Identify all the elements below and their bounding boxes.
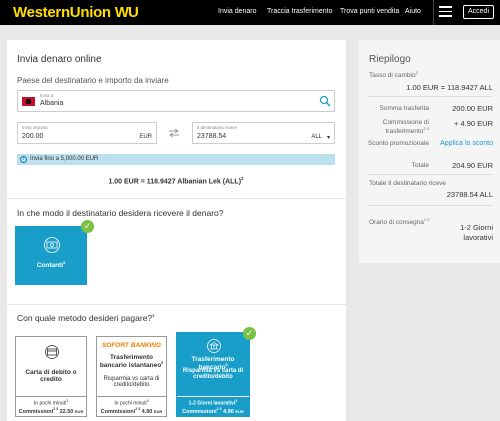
- sofort-title: Trasferimento bancario istantaneo5: [99, 354, 164, 370]
- chevron-down-icon[interactable]: ▾: [327, 134, 330, 141]
- bank-transfer-footer: 1-2 Giorni lavorativi3 Commissioni2 3 4.…: [177, 396, 249, 416]
- receive-amount-input[interactable]: Il destinatario riceve 23788.54 ALL ▾: [192, 122, 335, 144]
- send-amount-value: 200.00: [22, 133, 44, 140]
- receive-amount-label: Il destinatario riceve: [197, 125, 238, 130]
- country-value: Albania: [40, 100, 64, 107]
- summary-divider: [367, 96, 493, 97]
- summary-divider: [367, 174, 493, 175]
- apply-discount-link[interactable]: Applica lo sconto: [440, 140, 493, 147]
- receive-amount-value: 23788.54: [197, 133, 227, 140]
- send-limit-text: Invia fino a 5,000.00 EUR: [30, 156, 99, 162]
- receive-option-cash[interactable]: Contanti3: [15, 226, 87, 285]
- summary-title: Riepilogo: [369, 54, 411, 65]
- divider: [7, 198, 346, 199]
- selected-check-icon: ✓: [243, 327, 256, 340]
- country-label: Invia a: [40, 93, 54, 98]
- summary-receiver-value: 23788.54 ALL: [446, 190, 493, 199]
- country-select[interactable]: Invia a Albania: [17, 90, 335, 112]
- nav-divider: [433, 0, 434, 25]
- summary-transfer-value: 200.00 EUR: [452, 104, 493, 113]
- send-amount-label: Invia importo: [22, 125, 48, 130]
- summary-rate-value: 1.00 EUR = 118.9427 ALL: [406, 83, 493, 92]
- sofort-fee: Commissioni2 3 4.90 EUR: [100, 407, 163, 415]
- info-icon: i: [20, 156, 27, 163]
- send-money-form: Invia denaro online Paese del destinatar…: [7, 40, 346, 421]
- nav-track-transfer[interactable]: Traccia trasferimento: [267, 8, 332, 15]
- summary-total-value: 204.90 EUR: [452, 161, 493, 170]
- summary-fee-label: Commissione di trasferimento2 3: [382, 119, 429, 136]
- receive-currency[interactable]: ALL: [311, 134, 322, 140]
- card-fee: Commissioni2 3 22.50 EUR: [18, 407, 84, 415]
- top-bar: WesternUnion WU Invia denaro Traccia tras…: [0, 0, 500, 25]
- summary-receiver-label: Totale Il destinatario riceve: [369, 180, 446, 187]
- sofort-footer: In pochi minuti3 Commissioni2 3 4.90 EUR: [97, 396, 166, 416]
- send-limit-info: i Invia fino a 5,000.00 EUR: [17, 154, 335, 165]
- summary-transfer-label: Somma trasferita: [379, 105, 430, 112]
- exchange-rate: 1.00 EUR = 118.9427 Albanian Lek (ALL)2: [108, 176, 244, 186]
- credit-card-icon: [45, 345, 59, 359]
- summary-divider: [367, 205, 493, 206]
- summary-fee-value: + 4.90 EUR: [454, 119, 493, 128]
- selected-check-icon: ✓: [81, 220, 94, 233]
- pay-option-bank-transfer[interactable]: Trasferimento bancario6 Risparmia vs car…: [176, 332, 250, 417]
- nav-find-locations[interactable]: Trova punti vendita: [340, 8, 399, 15]
- pay-option-sofort[interactable]: SOFORT BANKING Trasferimento bancario is…: [96, 336, 167, 417]
- card-title: Carta di debito o credito: [25, 369, 77, 383]
- country-amount-heading: Paese del destinatario e importo da invi…: [17, 76, 169, 85]
- cash-label: Contanti3: [36, 260, 66, 270]
- sofort-subtitle: Risparmia vs carta di credito/debito: [103, 376, 160, 388]
- send-currency: EUR: [139, 134, 152, 140]
- summary-total-label: Totale: [411, 162, 429, 169]
- summary-rate-label: Tasso di cambio2: [369, 70, 418, 80]
- summary-discount-label: Sconto promozionale: [367, 140, 429, 147]
- send-amount-input[interactable]: Invia importo 200.00 EUR: [17, 122, 157, 144]
- bank-transfer-time: 1-2 Giorni lavorativi3: [188, 399, 238, 407]
- summary-panel: Riepilogo Tasso di cambio2 1.00 EUR = 11…: [359, 40, 500, 263]
- swap-icon[interactable]: [168, 128, 180, 138]
- cash-icon: [44, 237, 60, 253]
- albania-flag-icon: [22, 97, 35, 106]
- nav-send-money[interactable]: Invia denaro: [218, 8, 257, 15]
- page-title: Invia denaro online: [17, 54, 102, 65]
- card-footer: In pochi minuti3 Commissioni2 3 22.50 EU…: [16, 396, 86, 416]
- summary-delivery-label: Orario di consegna1 2: [369, 217, 430, 227]
- summary-delivery-value: 1-2 Giorni lavorativi: [460, 223, 493, 242]
- nav-help[interactable]: Aiuto: [405, 8, 421, 15]
- card-time: In pochi minuti3: [33, 399, 69, 407]
- payment-method-question: Con quale metodo desideri pagare?4: [17, 313, 155, 323]
- pay-option-card[interactable]: Carta di debito o credito In pochi minut…: [15, 336, 87, 417]
- search-icon[interactable]: [319, 95, 331, 107]
- login-button[interactable]: Accedi: [463, 5, 494, 19]
- sofort-time: In pochi minuti3: [114, 399, 149, 407]
- sofort-logo: SOFORT BANKING: [101, 342, 162, 349]
- western-union-logo[interactable]: WesternUnion WU: [13, 4, 139, 21]
- bank-transfer-fee: Commissioni2 3 4.90 EUR: [182, 407, 244, 415]
- bank-icon: [207, 339, 221, 353]
- menu-icon[interactable]: [439, 6, 452, 18]
- bank-transfer-subtitle: Risparmia vs carta di credito/debito: [182, 368, 244, 380]
- divider: [7, 304, 346, 305]
- receive-method-question: In che modo il destinatario desidera ric…: [17, 208, 224, 218]
